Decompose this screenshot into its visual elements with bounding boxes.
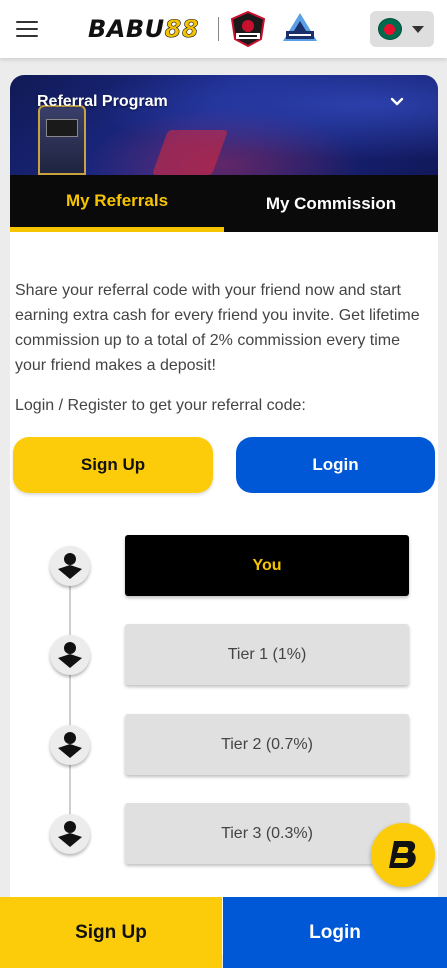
- user-icon: [50, 725, 90, 765]
- user-icon: [50, 814, 90, 854]
- signup-button[interactable]: Sign Up: [13, 437, 213, 493]
- tab-my-referrals[interactable]: My Referrals: [10, 175, 224, 232]
- user-icon: [50, 635, 90, 675]
- referral-card: Referral Program My Referrals My Commiss…: [10, 75, 438, 955]
- tier-2: Tier 2 (0.7%): [125, 714, 409, 775]
- b-logo-icon: [389, 841, 416, 868]
- tier-3: Tier 3 (0.3%): [125, 803, 409, 864]
- top-header: BABU88: [0, 0, 447, 58]
- aura-logo: [280, 11, 320, 47]
- menu-icon[interactable]: [16, 20, 38, 38]
- banner-decoration: [151, 130, 229, 175]
- chevron-down-icon[interactable]: [390, 95, 404, 109]
- caret-down-icon: [412, 26, 424, 33]
- login-button[interactable]: Login: [236, 437, 435, 493]
- bottom-action-bar: Sign Up Login: [0, 897, 447, 968]
- tab-bar: My Referrals My Commission: [10, 175, 438, 232]
- bottom-signup-button[interactable]: Sign Up: [0, 897, 222, 968]
- referral-banner[interactable]: Referral Program: [10, 75, 438, 175]
- section-title: Referral Program: [37, 93, 168, 110]
- montreal-tigers-logo: [228, 10, 268, 48]
- language-selector[interactable]: [370, 11, 434, 47]
- tab-my-commission[interactable]: My Commission: [224, 175, 438, 232]
- tier-1: Tier 1 (1%): [125, 624, 409, 685]
- tier-you: You: [125, 535, 409, 596]
- babu88-logo[interactable]: BABU88: [88, 15, 199, 44]
- babu88-chat-button[interactable]: [371, 823, 435, 887]
- logo-divider: [218, 17, 219, 41]
- tier-connector-line: [69, 565, 71, 835]
- bottom-login-button[interactable]: Login: [223, 897, 447, 968]
- referral-description: Share your referral code with your frien…: [15, 282, 420, 374]
- slot-machine-image: [38, 105, 86, 175]
- login-prompt: Login / Register to get your referral co…: [15, 397, 306, 414]
- bangladesh-flag-icon: [378, 18, 402, 40]
- user-icon: [50, 546, 90, 586]
